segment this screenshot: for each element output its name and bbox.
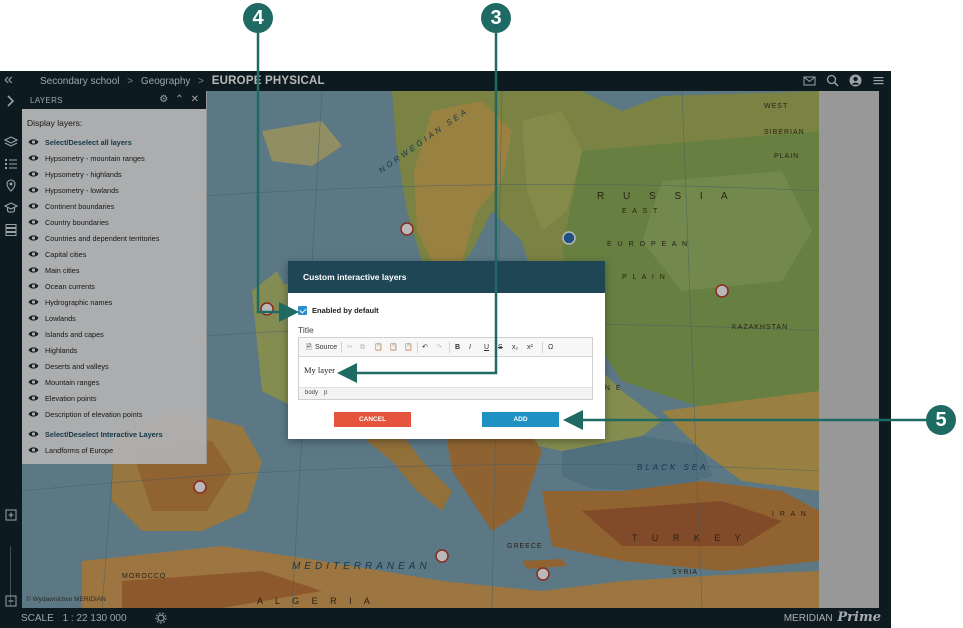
callout-5: 5 (926, 405, 956, 435)
callout-arrows (256, 33, 928, 430)
screenshot-stage: « Secondary school > Geography > EUROPE … (0, 0, 963, 628)
callout-3: 3 (481, 3, 511, 33)
arrow-4 (256, 33, 299, 322)
arrow-3 (337, 33, 498, 383)
callout-4: 4 (243, 3, 273, 33)
